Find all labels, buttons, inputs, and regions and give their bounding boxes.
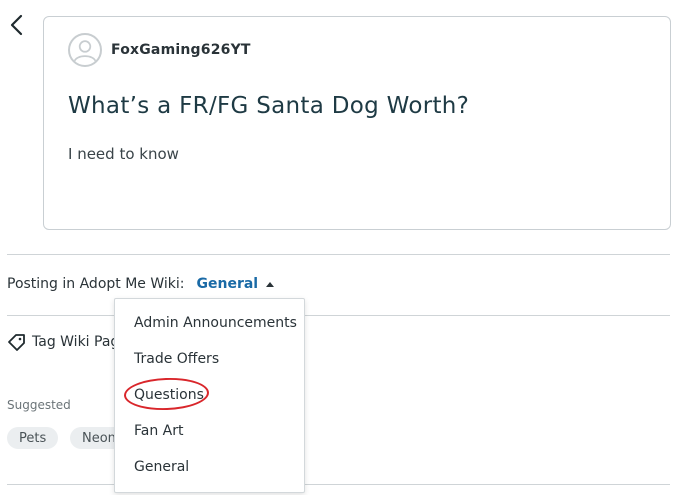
suggested-chip[interactable]: Pets (7, 427, 59, 449)
divider (7, 254, 670, 255)
dropdown-item-questions[interactable]: Questions (134, 387, 204, 403)
dropdown-item-fan-art[interactable]: Fan Art (134, 423, 184, 439)
avatar[interactable] (68, 33, 102, 67)
user-avatar-icon (73, 40, 97, 62)
caret-up-icon (266, 281, 275, 287)
suggested-label: Suggested (7, 398, 71, 412)
tag-icon (8, 334, 25, 351)
posting-in-row: Posting in Adopt Me Wiki: General (7, 276, 275, 292)
post-card: FoxGaming626YT What’s a FR/FG Santa Dog … (43, 16, 671, 230)
category-select[interactable]: General (197, 276, 275, 292)
post-body: I need to know (68, 145, 179, 163)
dropdown-item-general[interactable]: General (134, 459, 189, 475)
post-title: What’s a FR/FG Santa Dog Worth? (68, 93, 470, 119)
chevron-left-icon (10, 14, 23, 36)
category-dropdown-menu: Admin Announcements Trade Offers Questio… (114, 298, 305, 493)
back-button[interactable] (6, 12, 28, 38)
author-name[interactable]: FoxGaming626YT (111, 42, 251, 58)
dropdown-item-trade-offers[interactable]: Trade Offers (134, 351, 219, 367)
divider (7, 484, 670, 485)
dropdown-item-admin-announcements[interactable]: Admin Announcements (134, 315, 297, 331)
category-selected-value: General (196, 276, 259, 292)
divider (7, 315, 670, 316)
author-row: FoxGaming626YT (68, 33, 251, 67)
posting-in-label: Posting in Adopt Me Wiki: (7, 276, 185, 292)
